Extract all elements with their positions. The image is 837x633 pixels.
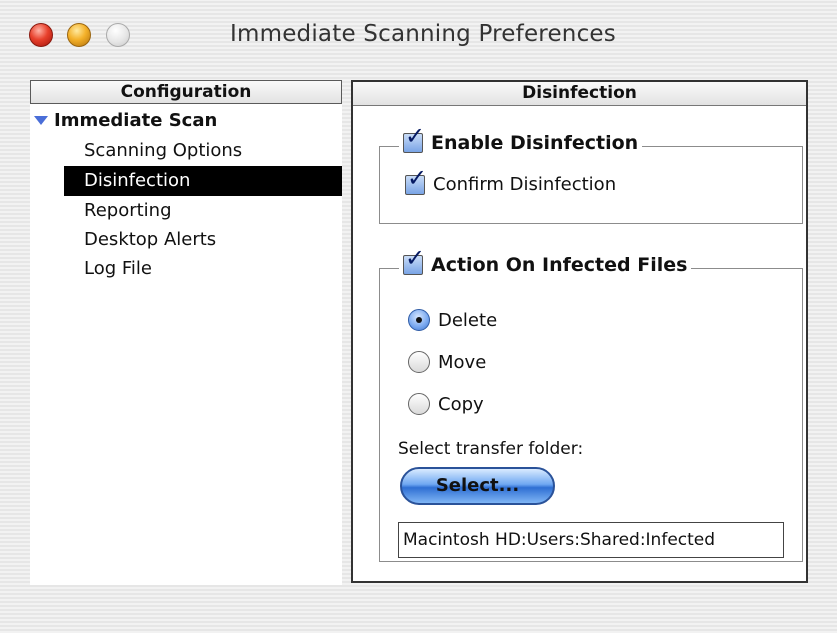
confirm-disinfection-label: Confirm Disinfection — [433, 174, 617, 195]
minimize-window-button[interactable] — [67, 23, 91, 47]
confirm-disinfection-row[interactable]: ✓ Confirm Disinfection — [405, 166, 617, 195]
folder-path-field[interactable]: Macintosh HD:Users:Shared:Infected — [398, 522, 784, 558]
action-on-infected-checkbox[interactable]: ✓ — [403, 246, 425, 275]
close-window-button[interactable] — [29, 23, 53, 47]
checkmark-icon: ✓ — [407, 163, 428, 192]
copy-label: Copy — [438, 393, 484, 415]
window-title: Immediate Scanning Preferences — [230, 21, 616, 47]
tree-root-label: Immediate Scan — [54, 110, 218, 131]
radio-copy-row[interactable]: Copy — [408, 393, 484, 415]
delete-label: Delete — [438, 309, 498, 331]
transfer-folder-label: Select transfer folder: — [398, 439, 584, 459]
configuration-panel: Configuration Immediate Scan Scanning Op… — [30, 80, 342, 585]
disinfection-panel: Disinfection ✓ Enable Disinfection ✓ Con… — [351, 80, 808, 583]
sidebar-item-disinfection[interactable]: Disinfection — [64, 166, 342, 196]
sidebar-item-desktop-alerts[interactable]: Desktop Alerts — [64, 225, 342, 255]
sidebar-item-scanning-options[interactable]: Scanning Options — [64, 136, 342, 166]
sidebar-item-label: Disinfection — [84, 170, 191, 191]
move-radio[interactable] — [408, 351, 430, 373]
copy-radio[interactable] — [408, 393, 430, 415]
sidebar-item-label: Log File — [84, 258, 152, 279]
checkmark-icon: ✓ — [405, 122, 426, 150]
sidebar-item-log-file[interactable]: Log File — [64, 254, 342, 284]
radio-delete-row[interactable]: Delete — [408, 309, 497, 331]
move-label: Move — [438, 351, 487, 373]
select-folder-button[interactable]: Select... — [400, 467, 555, 505]
enable-disinfection-checkbox[interactable]: ✓ — [403, 124, 425, 153]
action-on-infected-checkbox-row[interactable]: ✓ Action On Infected Files — [399, 246, 692, 280]
zoom-window-button[interactable] — [106, 23, 130, 47]
radio-move-row[interactable]: Move — [408, 351, 486, 373]
enable-disinfection-checkbox-row[interactable]: ✓ Enable Disinfection — [399, 124, 643, 158]
sidebar-item-label: Desktop Alerts — [84, 229, 217, 250]
title-bar[interactable]: Immediate Scanning Preferences — [0, 0, 837, 62]
disinfection-header: Disinfection — [353, 82, 806, 106]
delete-radio[interactable] — [408, 309, 430, 331]
checkmark-icon: ✓ — [405, 244, 426, 272]
tree-root-immediate-scan[interactable]: Immediate Scan — [34, 110, 217, 131]
sidebar-item-reporting[interactable]: Reporting — [64, 196, 342, 226]
disclosure-triangle-icon[interactable] — [34, 116, 48, 125]
configuration-header: Configuration — [30, 80, 342, 104]
enable-disinfection-label: Enable Disinfection — [431, 132, 639, 154]
confirm-disinfection-checkbox[interactable]: ✓ — [405, 166, 427, 195]
sidebar-item-label: Scanning Options — [84, 140, 243, 161]
sidebar-item-label: Reporting — [84, 200, 172, 221]
action-on-infected-label: Action On Infected Files — [431, 254, 688, 276]
